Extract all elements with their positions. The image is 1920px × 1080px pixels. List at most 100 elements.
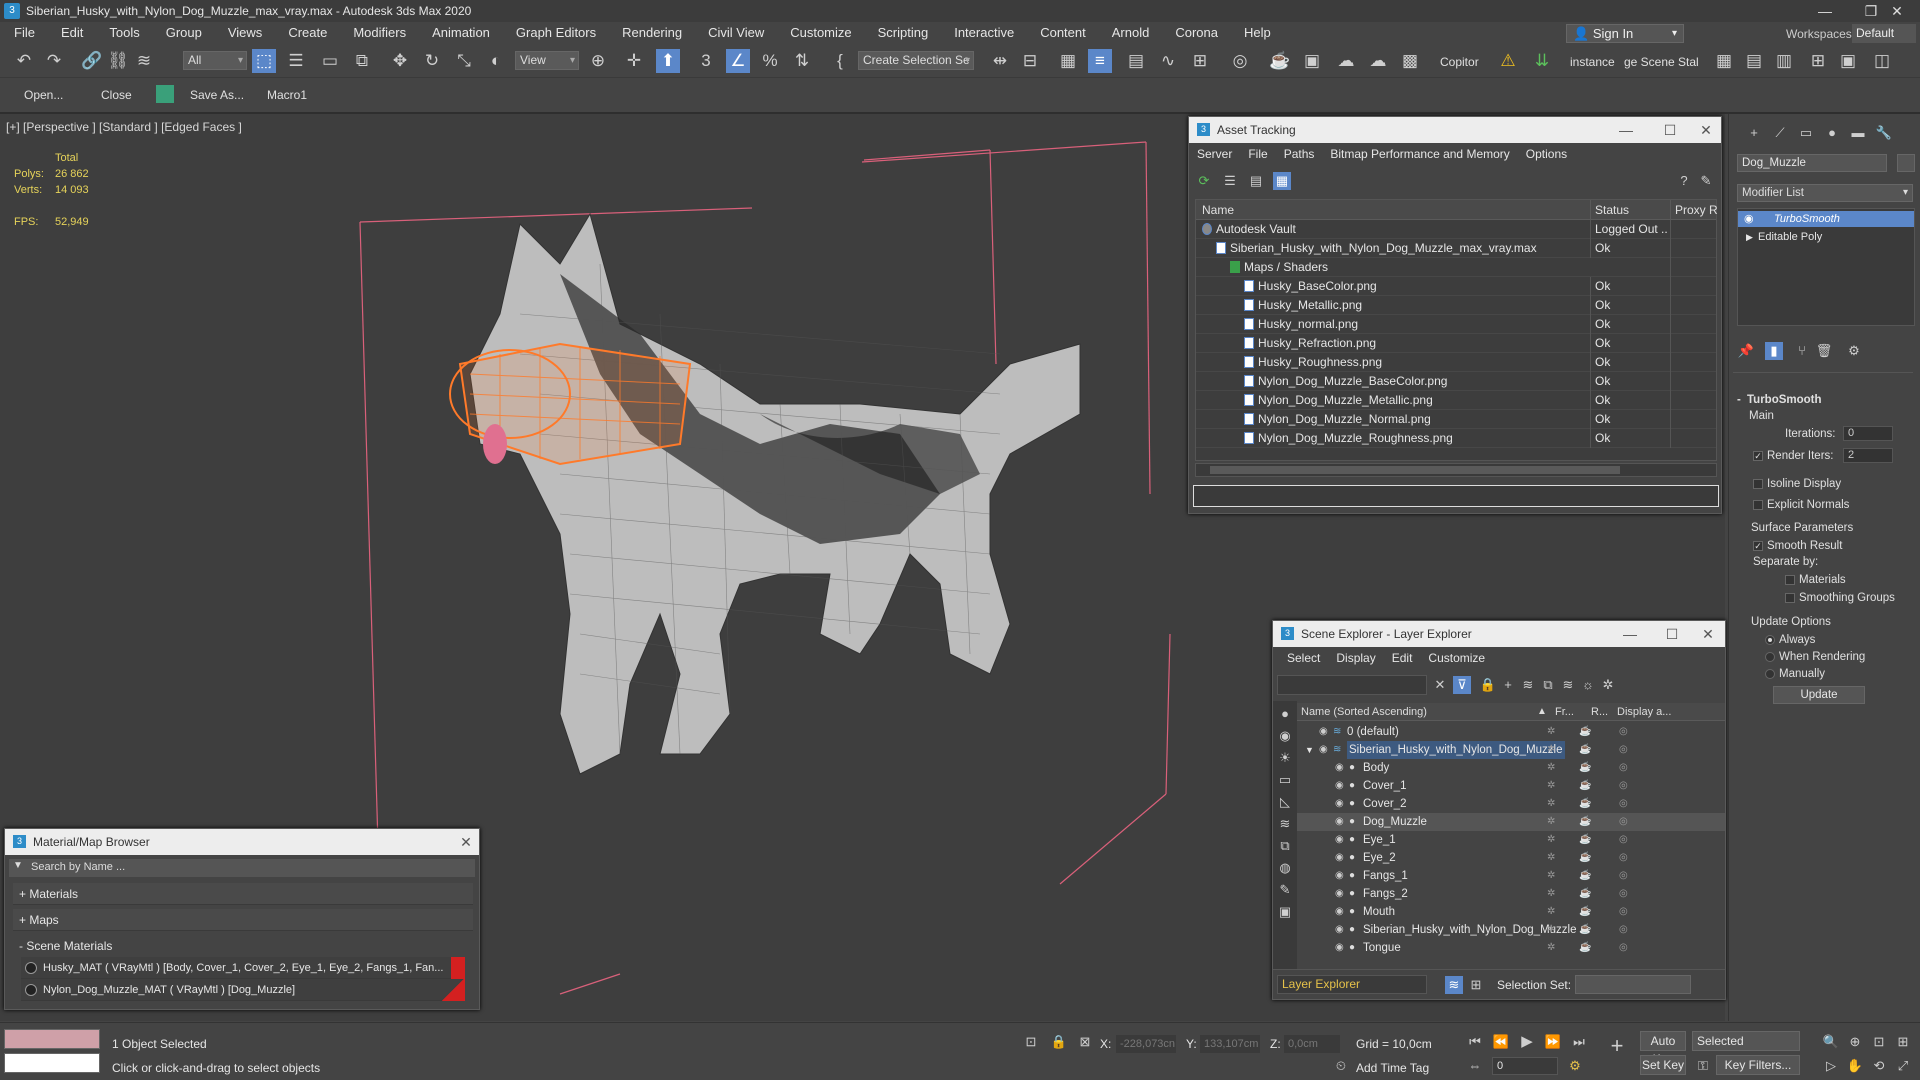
- workspace-dropdown[interactable]: Default: [1852, 24, 1916, 43]
- lock-icon[interactable]: 🔒: [1479, 676, 1497, 694]
- scene-menu-customize[interactable]: Customize: [1420, 651, 1493, 665]
- display-icon[interactable]: ◎: [1619, 759, 1628, 777]
- freeze-icon[interactable]: ✲: [1547, 723, 1555, 741]
- pivot-center-icon[interactable]: ⊕: [586, 49, 610, 73]
- rollout-expanded-icon[interactable]: -: [1737, 394, 1741, 406]
- asset-row[interactable]: Maps / Shaders: [1196, 258, 1716, 277]
- rotate-icon[interactable]: ↻: [420, 49, 444, 73]
- go-to-start-icon[interactable]: ⏮: [1466, 1033, 1484, 1051]
- render-icon[interactable]: ☕: [1579, 759, 1591, 777]
- freeze-icon[interactable]: ✲: [1547, 939, 1555, 957]
- freeze-icon[interactable]: ✲: [1547, 921, 1555, 939]
- scene-menu-select[interactable]: Select: [1279, 651, 1328, 665]
- menu-animation[interactable]: Animation: [418, 22, 502, 44]
- render-icon[interactable]: ☕: [1579, 849, 1591, 867]
- container-icon[interactable]: ▣: [1276, 903, 1294, 921]
- bind-spacewarp-icon[interactable]: ≋: [132, 49, 156, 73]
- utilities-tab-icon[interactable]: 🔧: [1875, 124, 1893, 142]
- always-radio[interactable]: [1765, 635, 1775, 645]
- go-to-end-icon[interactable]: ⏭: [1570, 1033, 1588, 1051]
- menu-group[interactable]: Group: [152, 22, 214, 44]
- spinner-snap-icon[interactable]: ⇅: [790, 49, 814, 73]
- eye-icon[interactable]: ◉: [1319, 723, 1328, 741]
- materials-section[interactable]: + Materials: [13, 883, 473, 905]
- scene-row[interactable]: ◉ ● Body ✲ ☕ ◎: [1297, 759, 1725, 777]
- display-icon[interactable]: ◎: [1619, 867, 1628, 885]
- scene-menu-edit[interactable]: Edit: [1384, 651, 1421, 665]
- smooth-result-checkbox[interactable]: ✓: [1753, 541, 1763, 551]
- play-icon[interactable]: ▶: [1518, 1033, 1536, 1051]
- freeze-icon[interactable]: ✲: [1547, 777, 1555, 795]
- modify-tab-icon[interactable]: ⟋: [1771, 124, 1789, 142]
- display-icon[interactable]: ◎: [1619, 795, 1628, 813]
- eye-icon[interactable]: ◉: [1335, 939, 1344, 957]
- hierarchy-icon[interactable]: ⊞: [1467, 976, 1485, 994]
- z-coordinate-field[interactable]: 0,0cm: [1284, 1035, 1340, 1053]
- minimize-icon[interactable]: —: [1613, 621, 1647, 647]
- material-editor-icon[interactable]: ◎: [1228, 49, 1252, 73]
- light-icon[interactable]: ☀: [1276, 749, 1294, 767]
- scene-row[interactable]: ◉ ● Mouth ✲ ☕ ◎: [1297, 903, 1725, 921]
- scene-explorer-titlebar[interactable]: 3 Scene Explorer - Layer Explorer — ☐ ✕: [1273, 621, 1725, 647]
- eye-icon[interactable]: ◉: [1744, 211, 1754, 227]
- freeze-icon[interactable]: ✲: [1547, 903, 1555, 921]
- show-end-result-icon[interactable]: ▮: [1765, 342, 1783, 360]
- maximize-icon[interactable]: ☐: [1653, 117, 1687, 143]
- column-status[interactable]: Status: [1590, 200, 1629, 220]
- key-mode-icon[interactable]: ⇔: [1466, 1057, 1484, 1075]
- display-icon[interactable]: ◎: [1619, 723, 1628, 741]
- menu-file[interactable]: File: [0, 22, 47, 44]
- freeze-icon[interactable]: ✲: [1547, 885, 1555, 903]
- toggle-layer-explorer-icon[interactable]: ≡: [1088, 49, 1112, 73]
- undo-icon[interactable]: ↶: [12, 49, 36, 73]
- hierarchy-tab-icon[interactable]: ▭: [1797, 124, 1815, 142]
- eye-icon[interactable]: ◉: [1335, 795, 1344, 813]
- material-item-husky[interactable]: Husky_MAT ( VRayMtl ) [Body, Cover_1, Co…: [21, 957, 465, 979]
- group-icon[interactable]: ⧉: [1276, 837, 1294, 855]
- scene-row[interactable]: ◉ ● Cover_1 ✲ ☕ ◎: [1297, 777, 1725, 795]
- smoothing-groups-checkbox[interactable]: [1785, 593, 1795, 603]
- column-render[interactable]: R...: [1591, 703, 1608, 721]
- shape-icon[interactable]: ✎: [1276, 881, 1294, 899]
- unlink-icon[interactable]: ⛓: [106, 49, 130, 73]
- menu-help[interactable]: Help: [1230, 22, 1283, 44]
- scene-row[interactable]: ◉ ● Cover_2 ✲ ☕ ◎: [1297, 795, 1725, 813]
- link-icon[interactable]: 🔗: [80, 49, 104, 73]
- asset-tracking-titlebar[interactable]: 3 Asset Tracking — ☐ ✕: [1189, 117, 1721, 143]
- select-by-name-icon[interactable]: ☰: [284, 49, 308, 73]
- helper-icon[interactable]: ◺: [1276, 793, 1294, 811]
- layers-icon-1[interactable]: ≋: [1519, 676, 1537, 694]
- display-icon[interactable]: ◎: [1619, 903, 1628, 921]
- isoline-checkbox[interactable]: [1753, 479, 1763, 489]
- asset-row[interactable]: Husky_Refraction.png Ok: [1196, 334, 1716, 353]
- display-icon[interactable]: ◎: [1619, 741, 1628, 759]
- scene-search-input[interactable]: [1277, 675, 1427, 695]
- absolute-mode-icon[interactable]: ⊠: [1076, 1033, 1094, 1051]
- asset-menu-options[interactable]: Options: [1518, 147, 1575, 161]
- object-color-swatch[interactable]: [1897, 154, 1915, 172]
- expand-arrow-icon[interactable]: ▼: [1305, 741, 1314, 759]
- display-all-icon[interactable]: ●: [1276, 705, 1294, 723]
- orbit-icon[interactable]: ⟲: [1870, 1057, 1888, 1075]
- asset-row[interactable]: Husky_normal.png Ok: [1196, 315, 1716, 334]
- modifier-list-dropdown[interactable]: Modifier List ▾: [1737, 184, 1913, 202]
- manually-radio[interactable]: [1765, 669, 1775, 679]
- eye-icon[interactable]: ◉: [1335, 831, 1344, 849]
- display-icon[interactable]: ◎: [1619, 777, 1628, 795]
- x-coordinate-field[interactable]: -228,073cn: [1116, 1035, 1176, 1053]
- display-icon[interactable]: ◎: [1619, 813, 1628, 831]
- freeze-icon[interactable]: ✲: [1547, 831, 1555, 849]
- copitor-label[interactable]: Copitor: [1440, 55, 1479, 69]
- maxscript-listener-mini[interactable]: [4, 1029, 100, 1049]
- sign-in-button[interactable]: 👤 Sign In ▾: [1566, 24, 1684, 43]
- materials-checkbox[interactable]: [1785, 575, 1795, 585]
- auto-key-button[interactable]: Auto Key: [1640, 1031, 1686, 1066]
- spacewarp-icon[interactable]: ≋: [1276, 815, 1294, 833]
- viewport-label[interactable]: [+] [Perspective ] [Standard ] [Edged Fa…: [6, 120, 242, 134]
- object-name-field[interactable]: Dog_Muzzle: [1737, 154, 1887, 172]
- scene-row[interactable]: ◉ ● Tongue ✲ ☕ ◎: [1297, 939, 1725, 957]
- previous-frame-icon[interactable]: ⏪: [1492, 1033, 1510, 1051]
- eye-icon[interactable]: ◉: [1335, 777, 1344, 795]
- asset-menu-paths[interactable]: Paths: [1276, 147, 1323, 161]
- asset-row[interactable]: Nylon_Dog_Muzzle_BaseColor.png Ok: [1196, 372, 1716, 391]
